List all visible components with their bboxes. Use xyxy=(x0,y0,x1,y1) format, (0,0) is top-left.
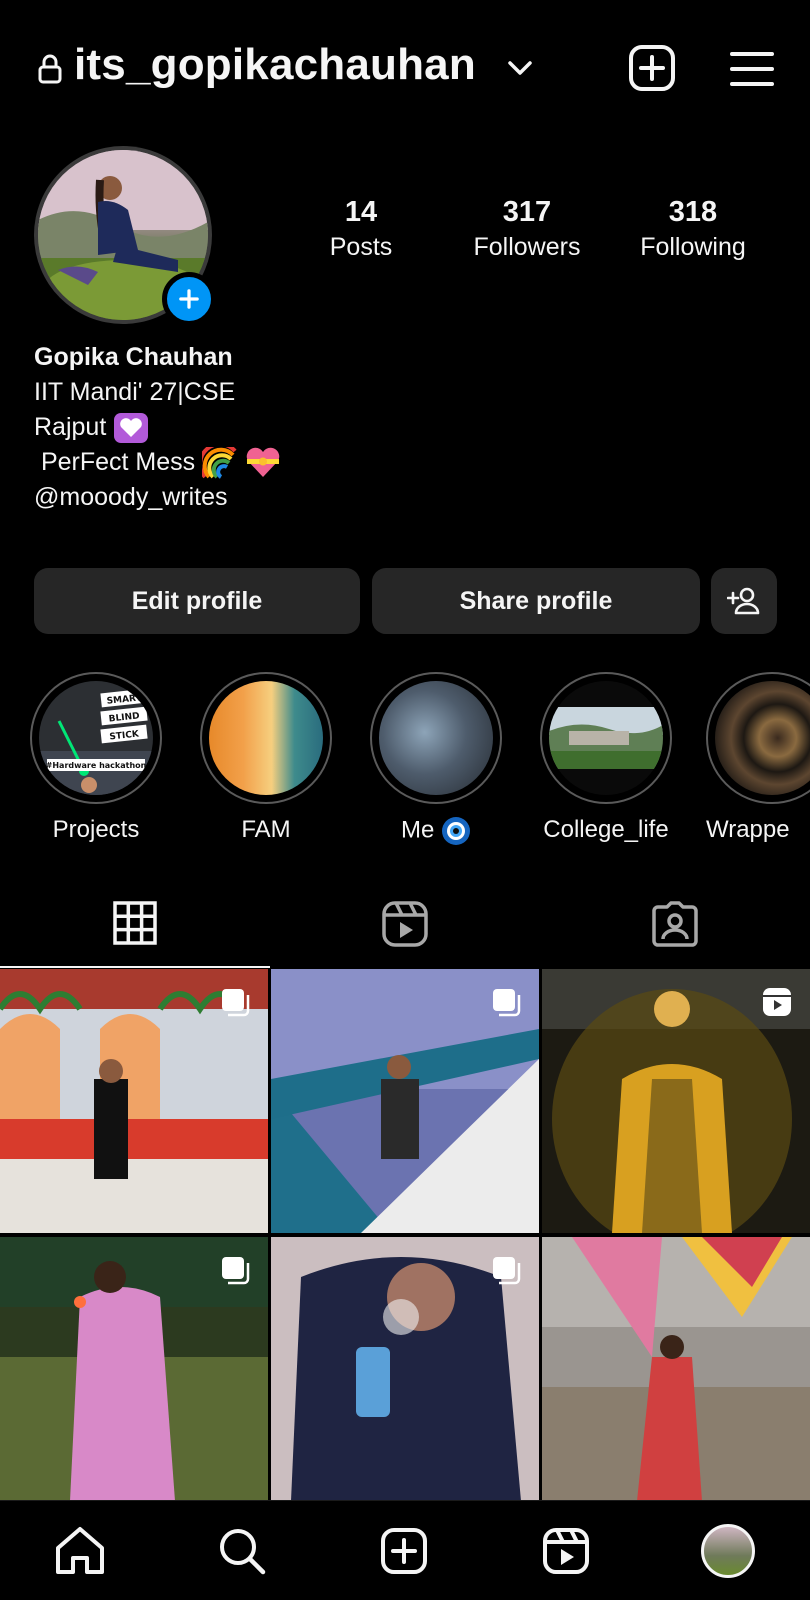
highlight-cover-art: SMART BLIND STICK #Hardware hackathon xyxy=(39,681,153,795)
reels-icon xyxy=(543,1528,589,1574)
bio: Gopika Chauhan IIT Mandi' 27|CSE Rajput … xyxy=(34,340,281,515)
highlight-ring: SMART BLIND STICK #Hardware hackathon xyxy=(30,672,162,804)
highlight-caption: #Hardware hackathon xyxy=(46,761,147,770)
posts-label: Posts xyxy=(329,233,393,261)
highlight-fam[interactable]: FAM xyxy=(196,672,336,844)
highlight-label: FAM xyxy=(241,816,291,843)
grid-icon xyxy=(113,901,157,945)
display-name: Gopika Chauhan xyxy=(34,343,233,371)
nav-reels[interactable] xyxy=(538,1523,594,1579)
account-switcher-username[interactable]: its_gopikachauhan xyxy=(74,40,476,90)
posts-count: 14 xyxy=(344,196,378,228)
multiple-posts-icon xyxy=(493,989,521,1017)
nav-home[interactable] xyxy=(52,1523,108,1579)
highlight-label: Projects xyxy=(52,816,140,843)
stat-posts[interactable]: 14 Posts xyxy=(286,196,436,262)
highlight-ring xyxy=(706,672,810,804)
home-icon xyxy=(56,1527,104,1574)
reels-icon xyxy=(382,901,428,947)
highlight-ring xyxy=(370,672,502,804)
nav-create[interactable] xyxy=(376,1523,432,1579)
highlight-me[interactable]: Me xyxy=(366,672,506,846)
stat-followers[interactable]: 317 Followers xyxy=(452,196,602,262)
highlight-projects[interactable]: SMART BLIND STICK #Hardware hackathon Pr… xyxy=(26,672,166,844)
edit-profile-button[interactable]: Edit profile xyxy=(34,568,360,634)
discover-people-button[interactable] xyxy=(711,568,777,634)
highlight-label: Wrappe xyxy=(706,816,790,843)
bio-line-1: IIT Mandi' 27|CSE xyxy=(34,378,236,406)
bio-line-3: PerFect Mess xyxy=(34,448,196,476)
add-story-plus-icon[interactable] xyxy=(162,272,216,326)
tab-reels[interactable] xyxy=(270,880,540,968)
grid-post[interactable] xyxy=(0,1237,268,1501)
multiple-posts-icon xyxy=(222,1257,250,1285)
followers-label: Followers xyxy=(473,233,581,261)
heart-with-ribbon-emoji-icon xyxy=(246,448,280,478)
highlight-cover: SMART BLIND STICK #Hardware hackathon xyxy=(39,681,153,795)
grid-post[interactable] xyxy=(271,969,539,1233)
nav-profile[interactable] xyxy=(700,1523,756,1579)
tagged-icon xyxy=(652,901,698,947)
bio-line-2: Rajput xyxy=(34,413,107,441)
highlight-ring xyxy=(200,672,332,804)
menu-icon[interactable] xyxy=(730,50,774,88)
heart-emoji-icon xyxy=(114,413,149,444)
highlight-label-text: Me xyxy=(400,816,435,844)
following-label: Following xyxy=(640,233,746,261)
bottom-navigation xyxy=(0,1500,810,1600)
add-person-icon xyxy=(727,587,760,615)
evil-eye-emoji-icon xyxy=(442,817,470,845)
highlight-wrapped[interactable]: Wrappe xyxy=(706,672,810,844)
highlight-label: Me xyxy=(366,816,506,846)
bio-line-2-row: Rajput xyxy=(34,410,281,445)
following-count: 318 xyxy=(668,196,718,228)
highlight-cover xyxy=(209,681,323,795)
rainbow-emoji-icon xyxy=(202,447,237,480)
highlight-cover-art xyxy=(549,681,663,795)
grid-post[interactable] xyxy=(0,969,268,1233)
highlight-cover xyxy=(715,681,810,795)
highlight-ring xyxy=(540,672,672,804)
grid-post[interactable] xyxy=(542,969,810,1233)
posts-grid xyxy=(0,969,810,1501)
create-icon xyxy=(381,1528,427,1574)
highlight-cover xyxy=(379,681,493,795)
highlight-college-life[interactable]: College_life xyxy=(536,672,676,844)
profile-tabs xyxy=(0,880,810,968)
multiple-posts-icon xyxy=(222,989,250,1017)
post-thumbnail xyxy=(542,1237,810,1501)
top-bar: its_gopikachauhan xyxy=(0,0,810,140)
tab-tagged[interactable] xyxy=(540,880,810,968)
nav-search[interactable] xyxy=(214,1523,270,1579)
grid-post[interactable] xyxy=(542,1237,810,1501)
search-icon xyxy=(220,1529,266,1575)
grid-post[interactable] xyxy=(271,1237,539,1501)
bio-handle-link[interactable]: @mooody_writes xyxy=(34,480,281,515)
profile-avatar-small xyxy=(701,1524,755,1578)
share-profile-button[interactable]: Share profile xyxy=(372,568,700,634)
highlight-cover xyxy=(549,681,663,795)
tab-posts-grid[interactable] xyxy=(0,880,270,968)
reel-post-icon xyxy=(763,988,791,1016)
followers-count: 317 xyxy=(502,196,552,228)
chevron-down-icon[interactable] xyxy=(506,58,534,78)
multiple-posts-icon xyxy=(493,1257,521,1285)
new-post-icon[interactable] xyxy=(628,44,676,92)
highlight-label: College_life xyxy=(543,816,669,843)
lock-icon xyxy=(38,54,62,84)
bio-line-3-row: PerFect Mess xyxy=(34,445,281,480)
stat-following[interactable]: 318 Following xyxy=(618,196,768,262)
